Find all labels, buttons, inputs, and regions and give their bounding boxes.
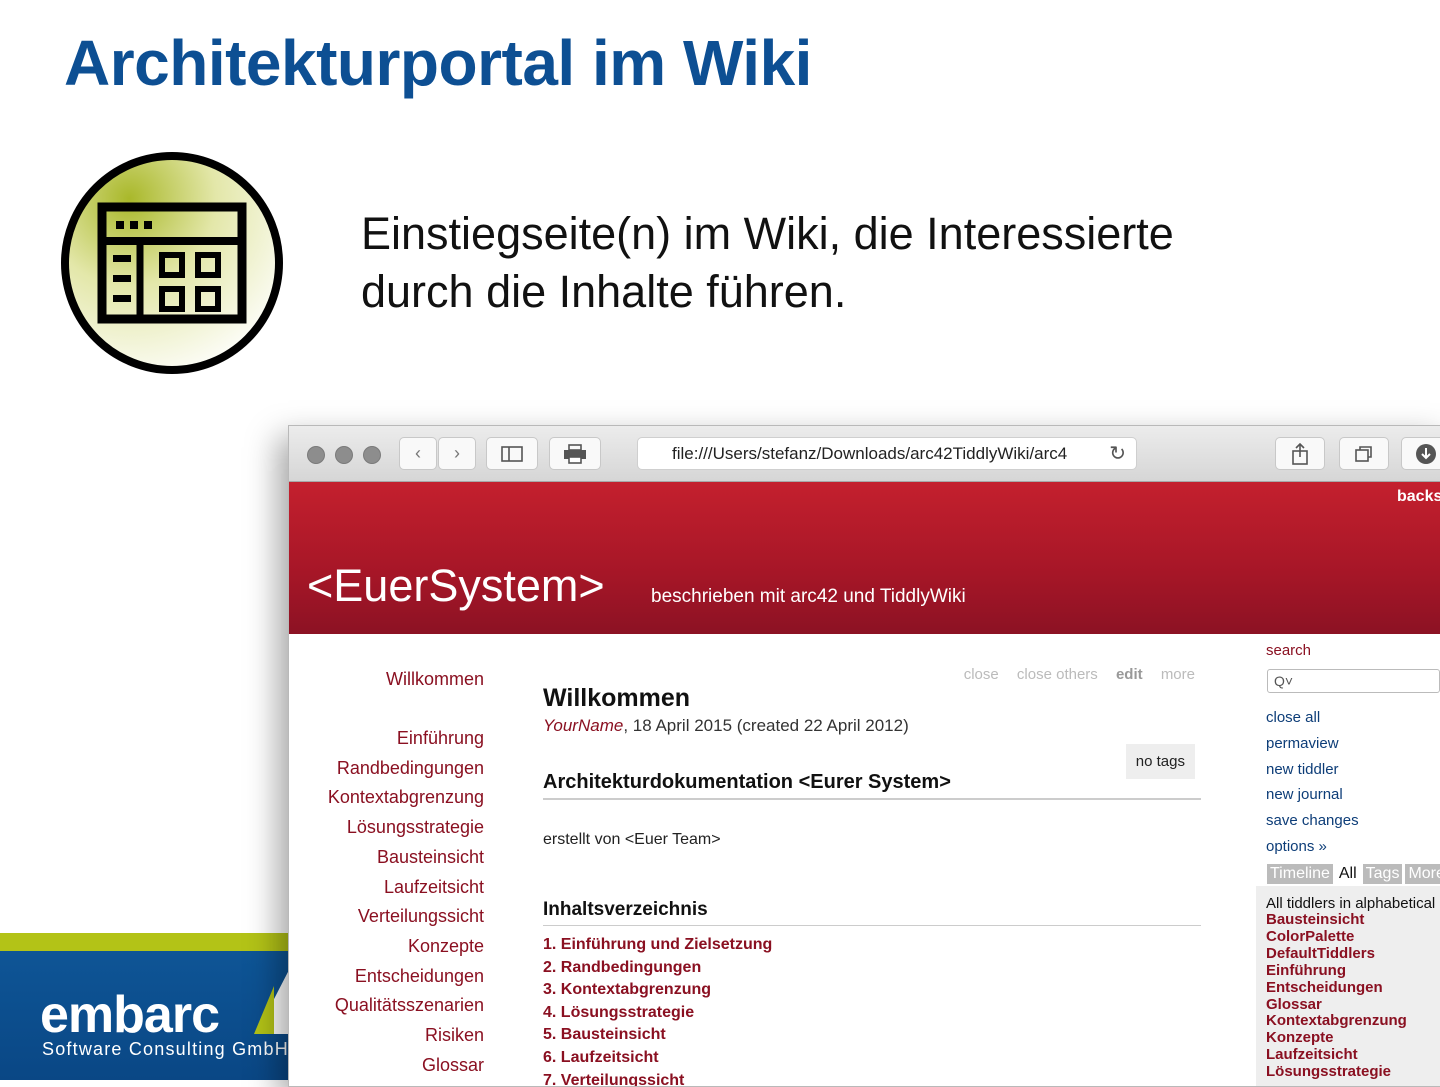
site-title: <EuerSystem> <box>307 560 605 611</box>
tiddler-list-item[interactable]: Glossar <box>1266 996 1435 1014</box>
chevron-right-icon: › <box>454 443 460 463</box>
tiddler-list-item[interactable]: Entscheidungen <box>1266 979 1435 997</box>
sidebar-icon <box>501 445 523 462</box>
new-journal-link[interactable]: new journal <box>1266 782 1359 808</box>
site-subtitle: beschrieben mit arc42 und TiddlyWiki <box>651 586 966 607</box>
tabs-icon <box>1355 445 1372 462</box>
created-by: erstellt von <Euer Team> <box>543 831 721 848</box>
menu-item[interactable]: Verteilungssicht <box>328 902 484 932</box>
more-command[interactable]: more <box>1161 666 1195 683</box>
menu-item[interactable]: Lösungsstrategie <box>328 813 484 843</box>
menu-item[interactable]: Randbedingungen <box>328 754 484 784</box>
doc-heading: Architekturdokumentation <Eurer System> <box>543 771 1201 800</box>
close-window-dot[interactable] <box>307 446 325 464</box>
wiki-sidebar: search Q˅ close all permaview new tiddle… <box>1256 642 1440 1086</box>
download-icon <box>1416 443 1436 464</box>
logo-subtitle: Software Consulting GmbH <box>42 1039 289 1059</box>
tiddler-list-item[interactable]: Kontextabgrenzung <box>1266 1013 1435 1030</box>
menu-item[interactable]: Entscheidungen <box>328 962 484 992</box>
toc-link[interactable]: 4. Lösungsstrategie <box>543 1002 772 1025</box>
tiddler-list-item[interactable]: DefaultTiddlers <box>1266 945 1435 963</box>
browser-toolbar: ‹ › file:///Users/stefanz/Downloads/arc4… <box>289 426 1440 482</box>
options-link[interactable]: options » <box>1266 834 1359 860</box>
footer-green-band <box>0 933 300 951</box>
tiddler-list-item[interactable]: Einführung <box>1266 962 1435 980</box>
menu-item[interactable]: Risiken <box>328 1021 484 1051</box>
address-bar-url: file:///Users/stefanz/Downloads/arc42Tid… <box>672 444 1068 463</box>
save-changes-link[interactable]: save changes <box>1266 808 1359 834</box>
toc-list: 1. Einführung und Zielsetzung 2. Randbed… <box>543 934 772 1086</box>
subtitle-line-1: Einstiegseite(n) im Wiki, die Interessie… <box>361 208 1174 259</box>
permaview-link[interactable]: permaview <box>1266 731 1359 757</box>
toc-heading: Inhaltsverzeichnis <box>543 899 1201 926</box>
tiddler-list: All tiddlers in alphabetical Bausteinsic… <box>1266 895 1435 1081</box>
menu-item[interactable]: Kontextabgrenzung <box>328 783 484 813</box>
edit-command[interactable]: edit <box>1116 666 1143 683</box>
tiddler-author[interactable]: YourName <box>543 716 623 735</box>
tiddler-list-header: All tiddlers in alphabetical <box>1266 895 1436 912</box>
tab-timeline[interactable]: Timeline <box>1267 864 1333 884</box>
tab-all[interactable]: All <box>1335 864 1360 884</box>
menu-item[interactable]: Laufzeitsicht <box>328 873 484 903</box>
menu-item[interactable]: Einführung <box>328 724 484 754</box>
subtitle-line-2: durch die Inhalte führen. <box>361 266 847 317</box>
toc-link[interactable]: 3. Kontextabgrenzung <box>543 979 772 1002</box>
sidebar-toggle-button[interactable] <box>486 437 538 470</box>
menu-item-willkommen[interactable]: Willkommen <box>328 669 484 690</box>
reload-icon[interactable]: ↻ <box>1109 441 1126 466</box>
tiddler-list-item[interactable]: Konzepte <box>1266 1029 1435 1047</box>
toc-link[interactable]: 5. Bausteinsicht <box>543 1024 772 1047</box>
tab-more[interactable]: More <box>1405 864 1440 884</box>
share-icon <box>1292 442 1308 465</box>
chevron-left-icon: ‹ <box>415 443 421 463</box>
menu-item[interactable]: Bausteinsicht <box>328 843 484 873</box>
slide-title: Architekturportal im Wiki <box>64 27 812 99</box>
tiddler-subtitle: YourName, 18 April 2015 (created 22 Apri… <box>543 716 909 736</box>
toc-link[interactable]: 7. Verteilungssicht <box>543 1070 772 1086</box>
downloads-button[interactable] <box>1401 437 1440 470</box>
tiddler-list-item[interactable]: Bausteinsicht <box>1266 911 1435 929</box>
address-bar[interactable]: file:///Users/stefanz/Downloads/arc42Tid… <box>637 437 1137 470</box>
toc-link[interactable]: 1. Einführung und Zielsetzung <box>543 934 772 957</box>
printer-icon <box>564 443 586 464</box>
menu-item[interactable]: Glossar <box>328 1051 484 1081</box>
sidebar-tabs: Timeline All Tags More <box>1267 864 1440 884</box>
back-button[interactable]: ‹ <box>399 437 437 470</box>
search-label: search <box>1266 642 1312 659</box>
search-input[interactable]: Q˅ <box>1267 669 1440 693</box>
slide-subtitle: Einstiegseite(n) im Wiki, die Interessie… <box>361 205 1174 321</box>
tiddler-list-item[interactable]: Laufzeitsicht <box>1266 1046 1435 1064</box>
zoom-window-dot[interactable] <box>363 446 381 464</box>
tab-tags[interactable]: Tags <box>1362 864 1403 884</box>
menu-item[interactable]: Konzepte <box>328 932 484 962</box>
tabs-button[interactable] <box>1339 437 1389 470</box>
close-command[interactable]: close <box>964 666 999 683</box>
close-others-command[interactable]: close others <box>1017 666 1098 683</box>
toc-link[interactable]: 6. Laufzeitsicht <box>543 1047 772 1070</box>
toc-link[interactable]: 2. Randbedingungen <box>543 957 772 980</box>
share-button[interactable] <box>1275 437 1325 470</box>
forward-button[interactable]: › <box>438 437 476 470</box>
tiddler-toolbar: close close others edit more <box>950 666 1195 683</box>
browser-window: ‹ › file:///Users/stefanz/Downloads/arc4… <box>288 425 1440 1087</box>
logo-sail-icon <box>254 968 290 1034</box>
tiddler-title: Willkommen <box>543 684 691 712</box>
tiddler-list-item[interactable]: ColorPalette <box>1266 928 1435 946</box>
close-all-link[interactable]: close all <box>1266 705 1359 731</box>
sidebar-options: close all permaview new tiddler new jour… <box>1266 705 1359 860</box>
logo-wordmark: embarc <box>40 986 220 1044</box>
backstage-link[interactable]: backs <box>1397 488 1440 506</box>
print-button[interactable] <box>549 437 601 470</box>
menu-item[interactable]: Qualitätsszenarien <box>328 991 484 1021</box>
main-menu: Willkommen Einführung Randbedingungen Ko… <box>328 669 484 1080</box>
tiddler-dates: , 18 April 2015 (created 22 April 2012) <box>623 716 909 735</box>
minimize-window-dot[interactable] <box>335 446 353 464</box>
new-tiddler-link[interactable]: new tiddler <box>1266 757 1359 783</box>
wiki-header: backs <EuerSystem> beschrieben mit arc42… <box>289 482 1440 634</box>
tiddler-list-item[interactable]: Lösungsstrategie <box>1266 1063 1435 1081</box>
browser-window-icon <box>60 151 284 375</box>
